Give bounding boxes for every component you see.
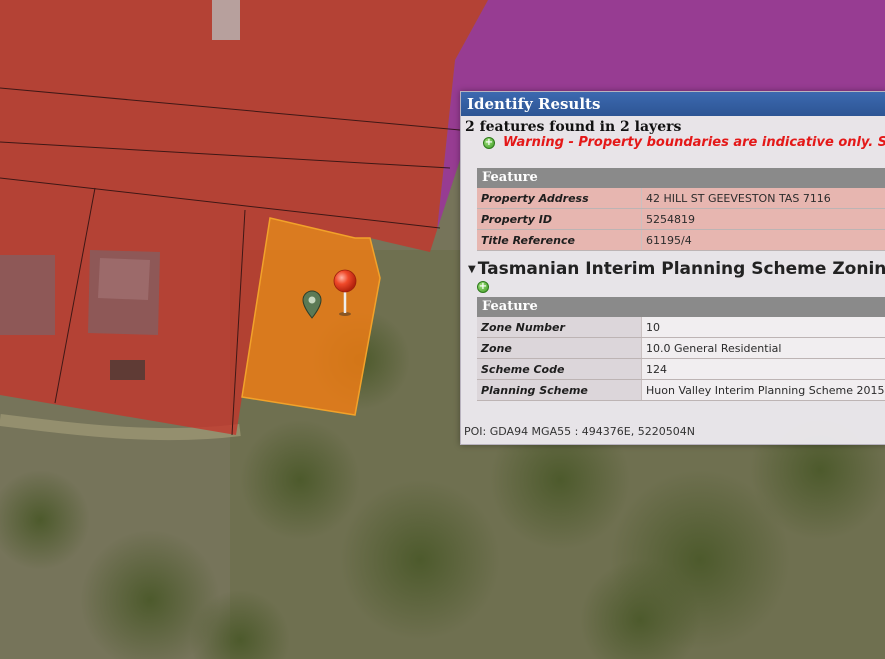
scheme-code-label: Scheme Code: [477, 358, 642, 380]
planning-scheme-label: Planning Scheme: [477, 379, 642, 401]
property-address-label: Property Address: [477, 188, 642, 209]
plus-icon[interactable]: +: [483, 137, 495, 149]
zone-number-label: Zone Number: [477, 317, 642, 338]
caret-down-icon[interactable]: ▼: [468, 264, 476, 275]
table-row: Property Address 42 HILL ST GEEVESTON TA…: [477, 188, 885, 209]
planning-scheme-value: Huon Valley Interim Planning Scheme 2015: [641, 379, 885, 401]
zone-value: 10.0 General Residential: [641, 337, 885, 359]
scheme-code-value: 124: [641, 358, 885, 380]
plus-icon[interactable]: +: [477, 281, 489, 293]
layer1-feature-header: Feature: [477, 168, 885, 188]
zone-label: Zone: [477, 337, 642, 359]
warning-row: + Warning - Property boundaries are indi…: [461, 135, 885, 151]
panel-title[interactable]: Identify Results: [461, 92, 885, 116]
zoning-layer-title-text: Tasmanian Interim Planning Scheme Zoning…: [477, 259, 885, 279]
layer2-feature-header: Feature: [477, 297, 885, 317]
zoning-layer-title[interactable]: ▼Tasmanian Interim Planning Scheme Zonin…: [468, 259, 885, 279]
title-reference-value: 61195/4: [641, 229, 885, 251]
table-row: Zone Number 10: [477, 317, 885, 338]
property-id-value: 5254819: [641, 208, 885, 230]
zoning-table: Zone Number 10 Zone 10.0 General Residen…: [477, 317, 885, 401]
table-row: Zone 10.0 General Residential: [477, 337, 885, 359]
table-row: Title Reference 61195/4: [477, 229, 885, 251]
title-reference-label: Title Reference: [477, 229, 642, 251]
table-row: Planning Scheme Huon Valley Interim Plan…: [477, 379, 885, 401]
table-row: Scheme Code 124: [477, 358, 885, 380]
property-address-value: 42 HILL ST GEEVESTON TAS 7116: [641, 188, 885, 209]
identify-results-panel: Identify Results 2 features found in 2 l…: [460, 91, 885, 445]
zone-number-value: 10: [641, 317, 885, 338]
table-row: Property ID 5254819: [477, 208, 885, 230]
property-table: Property Address 42 HILL ST GEEVESTON TA…: [477, 188, 885, 251]
property-id-label: Property ID: [477, 208, 642, 230]
map-view[interactable]: Identify Results 2 features found in 2 l…: [0, 0, 885, 659]
warning-text: Warning - Property boundaries are indica…: [503, 135, 885, 150]
poi-coordinates: POI: GDA94 MGA55 : 494376E, 5220504N: [464, 425, 695, 438]
results-summary: 2 features found in 2 layers: [465, 119, 682, 135]
